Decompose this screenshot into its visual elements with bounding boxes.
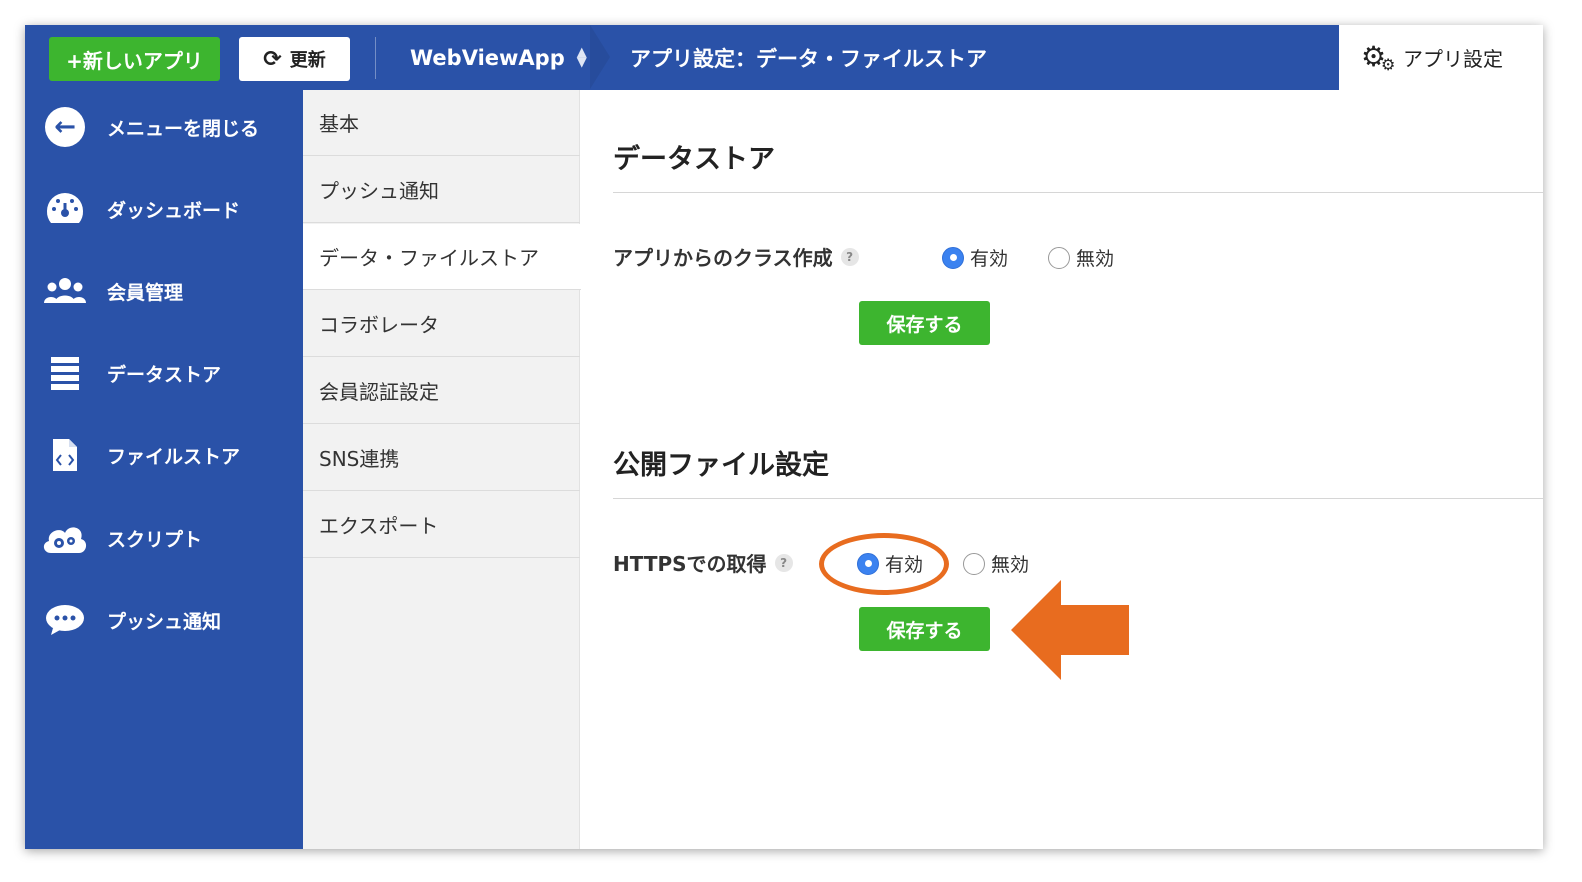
app-window: +新しいアプリ ⟳ 更新 WebViewApp ▲ ▼ アプリ設定：データ・ファイ… <box>25 25 1543 849</box>
cloud-gear-icon <box>43 527 87 553</box>
header-divider <box>375 37 376 79</box>
sidebar-item-label: 会員管理 <box>107 281 184 304</box>
sidebar-item-label: メニューを閉じる <box>107 117 260 140</box>
app-settings-label: アプリ設定 <box>1403 47 1503 71</box>
submenu-item-data-filestore[interactable]: データ・ファイルストア <box>303 224 581 290</box>
sidebar-item-label: ファイルストア <box>107 445 241 468</box>
public-file-save-button[interactable]: 保存する <box>859 607 990 651</box>
settings-submenu: 基本 プッシュ通知 データ・ファイルストア コラボレータ 会員認証設定 SNS連… <box>303 90 581 849</box>
dashboard-gauge-icon <box>46 193 84 223</box>
new-app-button[interactable]: +新しいアプリ <box>49 37 220 81</box>
radio-label: 無効 <box>991 554 1030 576</box>
radio-unchecked-icon <box>1048 246 1070 269</box>
section-divider <box>613 192 1543 193</box>
class-creation-disabled-radio[interactable]: 無効 <box>1048 244 1114 271</box>
sidebar-item-label: データストア <box>107 363 222 386</box>
help-icon[interactable]: ? <box>774 553 793 572</box>
public-file-section-title: 公開ファイル設定 <box>613 450 829 481</box>
radio-unchecked-icon <box>963 552 985 575</box>
submenu-item-member-auth[interactable]: 会員認証設定 <box>303 358 580 424</box>
submenu-item-collaborator[interactable]: コラボレータ <box>303 291 580 357</box>
sidebar: ← メニューを閉じる ダッシュボード 会員管理 データストア ファイルストア ス… <box>25 90 303 849</box>
refresh-label: 更新 <box>289 50 326 71</box>
datastore-save-button[interactable]: 保存する <box>859 301 990 345</box>
breadcrumb: アプリ設定：データ・ファイルストア <box>630 46 987 71</box>
breadcrumb-chevron <box>590 25 610 89</box>
help-icon[interactable]: ? <box>840 247 859 266</box>
datastore-section-title: データストア <box>613 144 775 175</box>
submenu-item-sns[interactable]: SNS連携 <box>303 425 580 491</box>
app-selector[interactable]: WebViewApp ▲ ▼ <box>410 25 587 90</box>
https-fetch-label: HTTPSでの取得 <box>613 552 767 576</box>
sidebar-item-label: スクリプト <box>107 528 203 551</box>
class-creation-enabled-radio[interactable]: 有効 <box>942 244 1008 271</box>
sidebar-item-datastore[interactable]: データストア <box>25 343 303 403</box>
back-arrow-icon: ← <box>45 107 85 147</box>
gear-icon: ⚙ ⚙ <box>1361 39 1396 74</box>
app-settings-tab[interactable]: ⚙ ⚙ アプリ設定 <box>1339 25 1543 90</box>
sidebar-item-script[interactable]: スクリプト <box>25 508 303 568</box>
sidebar-item-dashboard[interactable]: ダッシュボード <box>25 179 303 239</box>
highlight-ellipse-annotation <box>819 533 949 595</box>
radio-label: 無効 <box>1076 248 1115 270</box>
file-code-icon <box>53 439 77 471</box>
class-creation-field: アプリからのクラス作成 ? <box>613 242 859 271</box>
radio-label: 有効 <box>970 248 1009 270</box>
submenu-item-basic[interactable]: 基本 <box>303 90 580 156</box>
sidebar-item-close-menu[interactable]: ← メニューを閉じる <box>25 97 303 157</box>
top-header: +新しいアプリ ⟳ 更新 WebViewApp ▲ ▼ アプリ設定：データ・ファイ… <box>25 25 1543 90</box>
users-icon <box>44 278 86 303</box>
submenu-item-export[interactable]: エクスポート <box>303 492 580 558</box>
sidebar-item-filestore[interactable]: ファイルストア <box>25 425 303 485</box>
sidebar-item-members[interactable]: 会員管理 <box>25 261 303 321</box>
database-icon <box>51 357 79 390</box>
section-divider <box>613 498 1543 499</box>
radio-checked-icon <box>942 246 964 269</box>
sort-updown-icon: ▲ ▼ <box>576 44 587 70</box>
app-name: WebViewApp <box>410 45 565 70</box>
refresh-icon: ⟳ <box>263 46 282 72</box>
submenu-item-push[interactable]: プッシュ通知 <box>303 157 580 223</box>
sidebar-item-push[interactable]: プッシュ通知 <box>25 590 303 650</box>
left-arrow-annotation <box>1011 580 1129 680</box>
refresh-button[interactable]: ⟳ 更新 <box>239 37 350 81</box>
sidebar-item-label: プッシュ通知 <box>107 610 222 633</box>
https-disabled-radio[interactable]: 無効 <box>963 550 1029 577</box>
sidebar-item-label: ダッシュボード <box>107 199 241 222</box>
main-content: データストア アプリからのクラス作成 ? 有効 無効 保存する 公開ファイル設定… <box>581 90 1543 849</box>
chat-bubble-icon <box>46 605 84 635</box>
class-creation-label: アプリからのクラス作成 <box>613 246 833 270</box>
https-fetch-field: HTTPSでの取得 ? <box>613 548 793 577</box>
